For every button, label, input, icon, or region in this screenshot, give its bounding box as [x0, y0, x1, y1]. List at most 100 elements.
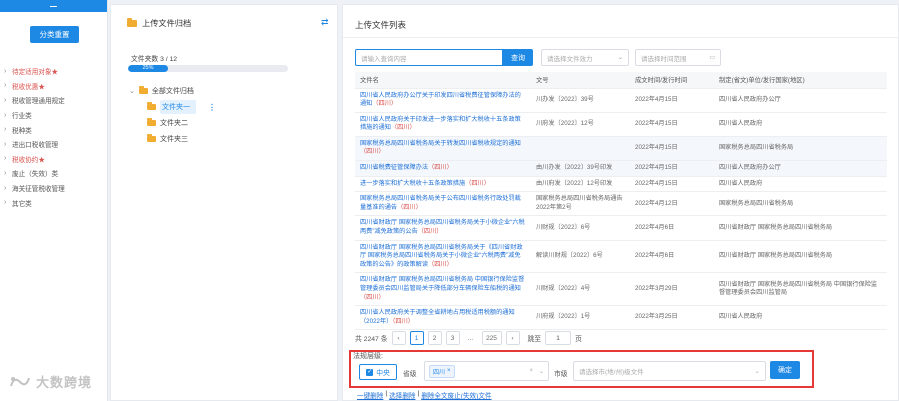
page-button[interactable]: 225 [481, 331, 502, 345]
folder-progress-bar: 25% [128, 65, 288, 72]
sidebar-item[interactable]: › 税种类 [4, 122, 106, 137]
table-row[interactable]: 四川省人民政府办公厅关于印发四川省税费征管保障办法的通知（四川） 川办发〔2022… [355, 88, 887, 113]
doc-region-tag: （四川） [417, 228, 443, 236]
doc-name[interactable]: 国家税务总局四川省税务局关于公布四川省税务行政处罚裁量基准的通告 [360, 195, 521, 211]
prev-page-button[interactable]: ‹ [391, 331, 406, 345]
province-chip[interactable]: 四川 × [429, 364, 455, 378]
tree-root-item[interactable]: ⌄ 全部文件归档 [129, 83, 329, 99]
calendar-icon: ▭ [709, 55, 715, 61]
page-button[interactable]: 3 [445, 331, 460, 345]
doc-name-cell[interactable]: 四川省税费征管保障办法（四川） [355, 160, 531, 177]
chevron-down-icon: ⌄ [538, 368, 544, 375]
doc-name-cell[interactable]: 国家税务总局四川省税务局关于转发四川省税收规定的通知（四川） [355, 136, 531, 162]
doc-number-cell: 川财规〔2022〕4号 [531, 272, 630, 307]
province-select[interactable]: 四川 × × ⌄ [424, 361, 549, 381]
doc-name-cell[interactable]: 四川省人民政府关于印发进一步落实和扩大税收十五条政策措施的通知（四川） [355, 112, 531, 137]
doc-name[interactable]: 国家税务总局四川省税务局关于转发四川省税收规定的通知 [360, 140, 521, 147]
chevron-right-icon: › [4, 67, 7, 75]
table-row[interactable]: 四川省税费征管保障办法（四川） 由川办发〔2022〕39号印发 2022年4月15日… [355, 160, 887, 177]
category-reset-button[interactable]: 分类重置 [30, 26, 79, 43]
app-root: 分类重置 › 待定适用对象★ › 税收优惠★ › 税收管理通用规定 › 行业类 › 税种类… [0, 0, 899, 401]
jump-page-input[interactable]: 1 [545, 331, 572, 345]
search-button[interactable]: 查询 [503, 49, 533, 66]
table-row[interactable]: 四川省人民政府关于印发进一步落实和扩大税收十五条政策措施的通知（四川） 川府发〔2… [355, 112, 887, 137]
doc-name[interactable]: 四川省人民政府关于调整全省耕地占用税适用税额的通知（2022年） [360, 309, 515, 325]
doc-name[interactable]: 进一步落实和扩大税收十五条政策措施 [360, 180, 465, 187]
chevron-down-icon: ⌄ [129, 88, 135, 95]
doc-name[interactable]: 四川省财政厅 国家税务总局四川省税务局 中国银行保险监督管理委员会四川监管局关于… [360, 276, 524, 292]
doc-date-cell: 2022年4月15日 [630, 112, 714, 137]
validity-select[interactable]: 请选择文件效力 ⌄ [541, 49, 629, 66]
sidebar-item[interactable]: › 行业类 [4, 108, 106, 123]
table-row[interactable]: 进一步落实和扩大税收十五条政策措施（四川） 由川府发〔2022〕12号印发 2022… [355, 176, 887, 193]
clear-icon[interactable]: × [529, 368, 533, 375]
chevron-right-icon: › [4, 96, 7, 104]
table-row[interactable]: 四川省财政厅 国家税务总局四川省税务局关于小微企业“六税两费”减免政策的公告（四… [355, 215, 887, 241]
select-delete-link[interactable]: 选择删除 [389, 390, 415, 400]
sidebar-item-label: 行业类 [12, 113, 32, 121]
swap-icon[interactable]: ⇄ [321, 17, 331, 27]
doc-name-cell[interactable]: 四川省人民政府办公厅关于印发四川省税费征管保障办法的通知（四川） [355, 88, 531, 113]
chevron-right-icon: › [4, 111, 7, 119]
separator: | [385, 390, 388, 397]
delete-void-link[interactable]: 删除全文废止(失效)文件 [421, 390, 491, 400]
doc-name-cell[interactable]: 进一步落实和扩大税收十五条政策措施（四川） [355, 176, 531, 193]
city-select[interactable]: 请选择市(地/州)级文件 ⌄ [573, 361, 766, 381]
doc-date-cell: 2022年4月15日 [630, 88, 714, 113]
delete-all-link[interactable]: 一键删除 [357, 390, 383, 400]
date-range-picker[interactable]: 请选择时间范围 ▭ [635, 49, 721, 66]
column-header[interactable]: 制定(省文)单位/发行国家(地区) [714, 72, 887, 89]
sidebar-item-label: 税收协约★ [12, 156, 45, 164]
watermark-icon [10, 376, 30, 386]
watermark-logo: 大数跨境 [8, 372, 92, 391]
column-header[interactable]: 文件名 [355, 72, 531, 89]
next-page-button[interactable]: › [505, 331, 520, 345]
sidebar-item-label: 进出口税收管理 [12, 142, 59, 150]
more-vertical-icon[interactable]: ⋮ [208, 103, 216, 112]
sidebar-item[interactable]: › 待定适用对象★ [4, 64, 106, 79]
doc-name-cell[interactable]: 四川省人民政府关于调整全省耕地占用税适用税额的通知（2022年）（四川） [355, 305, 531, 331]
doc-name-cell[interactable]: 国家税务总局四川省税务局关于公布四川省税务行政处罚裁量基准的通告（四川） [355, 191, 531, 217]
column-header[interactable]: 成文时间/发行时间 [630, 72, 714, 89]
tree-folder-item[interactable]: 文件夹一 ⋮ [129, 99, 329, 115]
table-row[interactable]: 国家税务总局四川省税务局关于公布四川省税务行政处罚裁量基准的通告（四川） 国家税务… [355, 191, 887, 217]
chevron-right-icon: › [4, 184, 7, 192]
tree-folder-label: 文件夹二 [160, 120, 188, 127]
page-button[interactable]: 2 [427, 331, 442, 345]
column-header[interactable]: 文号 [531, 72, 630, 89]
doc-name-cell[interactable]: 四川省财政厅 国家税务总局四川省税务局 中国银行保险监督管理委员会四川监管局关于… [355, 272, 531, 307]
sidebar-item[interactable]: › 海关征管税收管理 [4, 181, 106, 196]
checkmark-icon: ✓ [366, 368, 374, 376]
menu-icon [50, 5, 57, 7]
progress-fill: 25% [128, 65, 168, 72]
folder-count: 文件夹数 3 / 12 [131, 56, 178, 63]
separator: | [417, 390, 420, 397]
table-row[interactable]: 四川省人民政府关于调整全省耕地占用税适用税额的通知（2022年）（四川） 川府规〔… [355, 305, 887, 331]
search-input[interactable]: 请输入查询内容 [355, 49, 503, 66]
doc-name-cell[interactable]: 四川省财政厅 国家税务总局四川省税务局关于《四川省财政厅 国家税务总局四川省税务… [355, 240, 531, 274]
doc-region-tag: （四川） [465, 179, 490, 187]
table-row[interactable]: 四川省财政厅 国家税务总局四川省税务局 中国银行保险监督管理委员会四川监管局关于… [355, 272, 887, 307]
sidebar-collapse-bar[interactable] [0, 0, 107, 12]
tree-folder-item[interactable]: 文件夹二 [129, 115, 329, 131]
confirm-button[interactable]: 确定 [770, 361, 800, 379]
sidebar-item[interactable]: › 其它类 [4, 195, 106, 210]
tree-folder-item[interactable]: 文件夹三 [129, 131, 329, 147]
table-row[interactable]: 国家税务总局四川省税务局关于转发四川省税收规定的通知（四川） 2022年4月15日… [355, 136, 887, 162]
sidebar-item[interactable]: › 税收优惠★ [4, 79, 106, 94]
sidebar-item[interactable]: › 税收管理通用规定 [4, 93, 106, 108]
doc-name[interactable]: 四川省税费征管保障办法 [360, 164, 428, 171]
doc-name-cell[interactable]: 四川省财政厅 国家税务总局四川省税务局关于小微企业“六税两费”减免政策的公告（四… [355, 215, 531, 241]
page-button[interactable]: 1 [409, 331, 424, 345]
sidebar-item[interactable]: › 进出口税收管理 [4, 137, 106, 152]
law-level-panel: ✓ 中央 省级 四川 × × ⌄ 市级 请选择市(地/州)级文件 ⌄ 确定 [349, 350, 814, 388]
central-checkbox[interactable]: ✓ 中央 [359, 364, 397, 380]
doc-region-tag: （四川） [360, 148, 385, 156]
table-row[interactable]: 四川省财政厅 国家税务总局四川省税务局关于《四川省财政厅 国家税务总局四川省税务… [355, 240, 887, 274]
pagination: 共 2247 条 ‹ 1 2 3 ... 225 › 跳至 1 页 [355, 331, 582, 345]
doc-name[interactable]: 四川省人民政府关于印发进一步落实和扩大税收十五条政策措施的通知 [360, 116, 521, 132]
sidebar-item[interactable]: › 废止（失效）类 [4, 166, 106, 181]
close-icon[interactable]: × [447, 368, 451, 374]
page-ellipsis: ... [463, 331, 478, 345]
sidebar-item[interactable]: › 税收协约★ [4, 152, 106, 167]
